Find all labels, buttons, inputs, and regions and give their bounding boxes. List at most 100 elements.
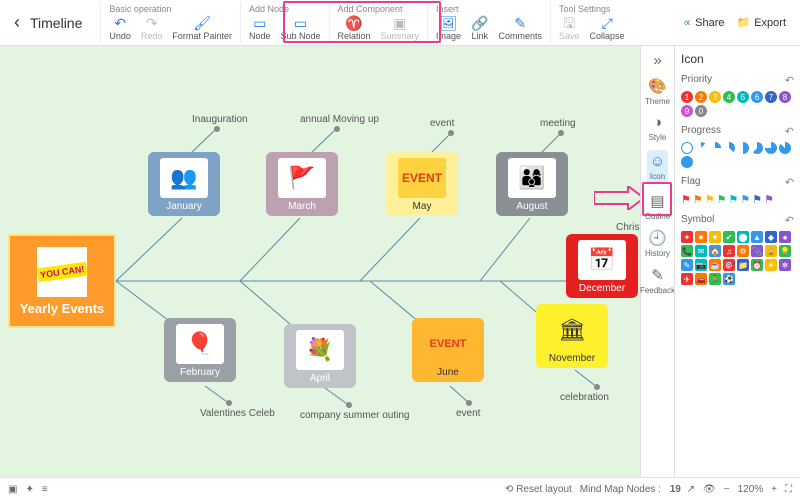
view-2[interactable]: ✦: [25, 484, 33, 495]
group-add-node: Add Node ▭Node ▭Sub Node: [240, 2, 329, 43]
subnode-icon: ▭: [294, 16, 307, 30]
right-rail: » 🎨Theme ◑Style ☺Icon ▤Outline 🕘History …: [640, 46, 674, 477]
toolbar: ‹ Timeline Basic operation ↶Undo ↷Redo 🖌…: [0, 0, 800, 46]
share-button[interactable]: ∝Share: [683, 16, 724, 29]
feedback-icon: ✎: [651, 266, 664, 284]
node-june[interactable]: EVENT June: [412, 318, 484, 382]
root-title: Yearly Events: [20, 301, 105, 316]
tag-may: event: [430, 118, 454, 129]
node-count: Mind Map Nodes : 19 ↗: [580, 484, 695, 495]
people-icon: 👥: [160, 158, 208, 198]
priority-reset[interactable]: ↶: [785, 74, 794, 87]
rail-feedback[interactable]: ✎Feedback: [640, 266, 675, 295]
group-add-component: Add Component ♈Relation ▣Summary: [329, 2, 428, 43]
summary-button[interactable]: ▣Summary: [381, 16, 420, 41]
collapse-icon: ⤢: [601, 16, 612, 30]
progress-icons: [681, 142, 794, 168]
export-icon: 📁: [737, 16, 751, 29]
zoom-out[interactable]: −: [724, 484, 730, 495]
format-painter-button[interactable]: 🖌Format Painter: [172, 16, 232, 41]
save-icon: 🖫: [563, 16, 575, 30]
rail-outline[interactable]: ▤Outline: [645, 192, 670, 221]
canvas[interactable]: YOU CAN! Yearly Events Inauguration 👥 Ja…: [0, 46, 640, 477]
panel-title: Icon: [681, 52, 794, 66]
meeting-icon: 👨‍👩‍👦: [508, 158, 556, 198]
undo-button[interactable]: ↶Undo: [109, 16, 131, 41]
balloons-icon: 🎈: [176, 324, 224, 364]
reset-layout-button[interactable]: ⟲ Reset layout: [505, 484, 572, 495]
add-subnode-button[interactable]: ▭Sub Node: [280, 16, 320, 41]
goal-icon: 🚩: [278, 158, 326, 198]
node-january[interactable]: 👥 January: [148, 152, 220, 216]
relation-button[interactable]: ♈Relation: [338, 16, 371, 41]
group-insert: Insert 🖼Image 🔗Link ✎Comments: [427, 2, 550, 43]
node-april[interactable]: 💐 April: [284, 324, 356, 388]
node-november[interactable]: 🏛 November: [536, 304, 608, 368]
symbol-reset[interactable]: ↶: [785, 214, 794, 227]
view-1[interactable]: ▣: [8, 484, 17, 495]
comment-icon: ✎: [514, 16, 526, 30]
smile-icon: ☺: [650, 153, 665, 170]
status-bar: ▣ ✦ ≡ ⟲ Reset layout Mind Map Nodes : 19…: [0, 477, 800, 501]
redo-button[interactable]: ↷Redo: [141, 16, 163, 41]
page-title: Timeline: [30, 2, 100, 43]
root-badge: YOU CAN!: [37, 247, 87, 297]
tag-jan: Inauguration: [192, 114, 248, 125]
node-december[interactable]: 📅 December: [566, 234, 638, 298]
tag-apr: company summer outing: [300, 410, 410, 421]
undo-icon: ↶: [114, 16, 126, 30]
tag-aug: meeting: [540, 118, 576, 129]
group-basic: Basic operation ↶Undo ↷Redo 🖌Format Pain…: [100, 2, 240, 43]
root-node[interactable]: YOU CAN! Yearly Events: [8, 234, 116, 328]
tag-jun: event: [456, 408, 480, 419]
node-february[interactable]: 🎈 February: [164, 318, 236, 382]
back-button[interactable]: ‹: [8, 2, 26, 43]
collapse-panel-button[interactable]: »: [653, 52, 661, 69]
tag-nov: celebration: [560, 392, 609, 403]
tag-mar: annual Moving up: [300, 114, 379, 125]
node-march[interactable]: 🚩 March: [266, 152, 338, 216]
node-may[interactable]: EVENT May: [386, 152, 458, 216]
share-icon: ∝: [683, 16, 691, 29]
redo-icon: ↷: [146, 16, 158, 30]
tag-feb: Valentines Celeb: [200, 408, 275, 419]
flag-icons: ⚑⚑⚑⚑⚑⚑⚑⚑: [681, 193, 794, 206]
export-button[interactable]: 📁Export: [737, 16, 787, 29]
link-icon: 🔗: [471, 16, 488, 30]
zoom-in[interactable]: +: [771, 484, 777, 495]
node-august[interactable]: 👨‍👩‍👦 August: [496, 152, 568, 216]
fullscreen-button[interactable]: ⛶: [785, 484, 792, 495]
collapse-button[interactable]: ⤢Collapse: [590, 16, 625, 41]
image-icon: 🖼: [440, 16, 458, 30]
flowers-icon: 💐: [296, 330, 344, 370]
rail-theme[interactable]: 🎨Theme: [645, 77, 670, 106]
progress-reset[interactable]: ↶: [785, 125, 794, 138]
rail-style[interactable]: ◑Style: [649, 114, 667, 142]
flag-reset[interactable]: ↶: [785, 176, 794, 189]
word-count[interactable]: 👁: [703, 484, 716, 495]
insert-link-button[interactable]: 🔗Link: [471, 16, 488, 41]
add-node-button[interactable]: ▭Node: [249, 16, 271, 41]
tag-dec: Christ: [616, 222, 640, 233]
group-tool: Tool Settings 🖫Save ⤢Collapse: [550, 2, 633, 43]
arch-icon: 🏛: [548, 310, 596, 350]
history-icon: 🕘: [648, 229, 667, 247]
chevrons-icon: »: [653, 52, 661, 69]
save-button[interactable]: 🖫Save: [559, 16, 580, 41]
rail-icon[interactable]: ☺Icon: [647, 150, 668, 184]
summary-icon: ▣: [393, 16, 406, 30]
insert-image-button[interactable]: 🖼Image: [436, 16, 461, 41]
event-banner-icon: EVENT: [398, 158, 446, 198]
hint-arrow: [594, 186, 640, 210]
outline-icon: ▤: [650, 192, 664, 210]
theme-icon: 🎨: [648, 77, 667, 95]
rail-history[interactable]: 🕘History: [645, 229, 670, 258]
zoom-level[interactable]: 120%: [738, 484, 764, 495]
insert-comments-button[interactable]: ✎Comments: [499, 16, 543, 41]
view-3[interactable]: ≡: [42, 484, 48, 495]
node-icon: ▭: [253, 16, 266, 30]
style-icon: ◑: [653, 114, 662, 131]
brush-icon: 🖌: [193, 16, 211, 30]
icon-panel: Icon Priority↶ 1234567890 Progress↶ F: [674, 46, 800, 477]
priority-icons: 1234567890: [681, 91, 794, 117]
